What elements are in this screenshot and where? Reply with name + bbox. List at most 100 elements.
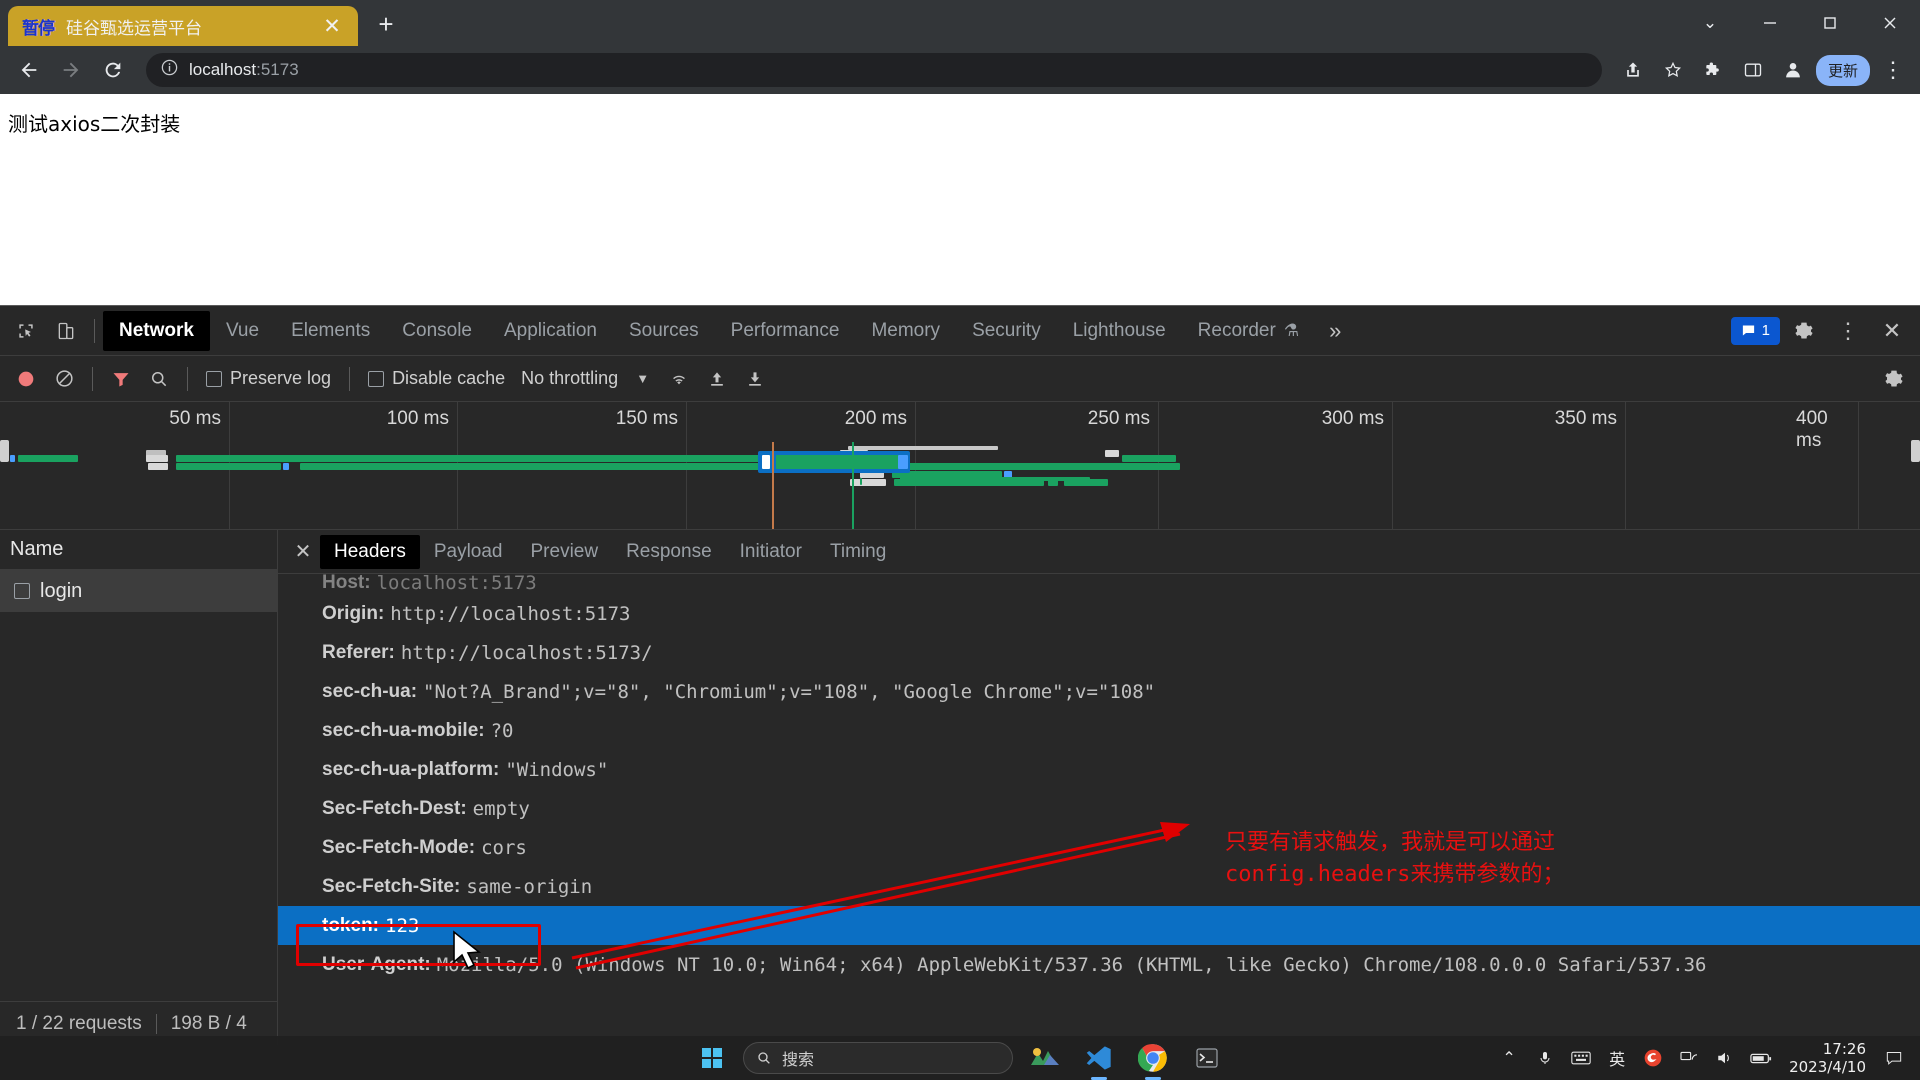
update-button[interactable]: 更新 (1815, 54, 1870, 86)
import-har-icon[interactable] (699, 361, 735, 397)
clear-icon[interactable] (46, 361, 82, 397)
tab-search-icon[interactable]: ⌄ (1680, 0, 1740, 46)
header-row-user-agent[interactable]: User-Agent: Mozilla/5.0 (Windows NT 10.0… (278, 945, 1920, 984)
header-row-sec-fetch-site[interactable]: Sec-Fetch-Site: same-origin (278, 867, 1920, 906)
preserve-log-checkbox[interactable]: Preserve log (198, 368, 339, 389)
devtools-tab-memory[interactable]: Memory (855, 311, 956, 351)
devtools-tab-vue[interactable]: Vue (210, 311, 275, 351)
detail-tab-payload[interactable]: Payload (420, 535, 517, 569)
sogou-input-icon[interactable] (1637, 1042, 1669, 1074)
header-key: sec-ch-ua: (322, 680, 418, 702)
taskbar-app-chrome[interactable] (1131, 1040, 1175, 1080)
flask-icon: ⚗ (1283, 320, 1300, 340)
overview-scroll-right-handle[interactable] (1911, 440, 1920, 462)
keyboard-icon[interactable] (1565, 1042, 1597, 1074)
star-icon[interactable] (1656, 53, 1690, 87)
notifications-icon[interactable] (1878, 1042, 1910, 1074)
share-icon[interactable] (1616, 53, 1650, 87)
reload-icon[interactable] (94, 51, 132, 89)
inspect-element-icon[interactable] (6, 311, 46, 351)
ime-language-indicator[interactable]: 英 (1601, 1042, 1633, 1074)
taskbar-app-vscode[interactable] (1077, 1040, 1121, 1080)
minimize-button[interactable] (1740, 0, 1800, 46)
overview-scroll-left-handle[interactable] (0, 440, 9, 462)
devtools-tab-security[interactable]: Security (956, 311, 1057, 351)
header-row-sec-ch-ua-mobile[interactable]: sec-ch-ua-mobile: ?0 (278, 711, 1920, 750)
sidepanel-icon[interactable] (1736, 53, 1770, 87)
browser-menu-icon[interactable]: ⋮ (1876, 53, 1910, 87)
taskbar-clock[interactable]: 17:26 2023/4/10 (1781, 1040, 1874, 1076)
address-bar[interactable]: localhost:5173 (146, 53, 1602, 87)
maximize-button[interactable] (1800, 0, 1860, 46)
close-window-button[interactable] (1860, 0, 1920, 46)
devtools-tab-elements[interactable]: Elements (275, 311, 386, 351)
site-info-icon[interactable] (160, 58, 179, 82)
header-row-sec-fetch-mode[interactable]: Sec-Fetch-Mode: cors (278, 828, 1920, 867)
disable-cache-checkbox[interactable]: Disable cache (360, 368, 513, 389)
back-icon[interactable] (10, 51, 48, 89)
wifi-settings-icon[interactable] (661, 361, 697, 397)
detail-close-icon[interactable]: ✕ (286, 535, 320, 569)
chevron-down-icon[interactable]: ▼ (626, 371, 659, 386)
devtools-tab-recorder[interactable]: Recorder ⚗ (1182, 311, 1315, 351)
header-row-referer[interactable]: Referer: http://localhost:5173/ (278, 633, 1920, 672)
request-row-login[interactable]: login (0, 570, 277, 612)
header-row-sec-ch-ua-platform[interactable]: sec-ch-ua-platform: "Windows" (278, 750, 1920, 789)
header-row-sec-ch-ua[interactable]: sec-ch-ua: "Not?A_Brand";v="8", "Chromiu… (278, 672, 1920, 711)
taskbar-app-terminal[interactable] (1185, 1040, 1229, 1076)
tab-label: Preview (530, 540, 599, 562)
detail-tab-response[interactable]: Response (612, 535, 726, 569)
transfer-size: 198 B / 4 (170, 1012, 247, 1034)
overview-tick-label: 400 ms (1796, 408, 1828, 451)
devtools-kebab-icon[interactable]: ⋮ (1828, 311, 1868, 351)
header-row-host[interactable]: Host: localhost:5173 (278, 574, 1920, 594)
start-windows-icon[interactable] (691, 1041, 733, 1075)
devtools-tab-sources[interactable]: Sources (613, 311, 715, 351)
record-circle-icon[interactable] (8, 361, 44, 397)
devtools-tab-console[interactable]: Console (386, 311, 488, 351)
devtools-tab-network[interactable]: Network (103, 310, 210, 351)
more-tabs-icon[interactable]: » (1315, 318, 1355, 344)
devtools-tab-application[interactable]: Application (488, 311, 613, 351)
network-overview[interactable]: 50 ms 100 ms 150 ms 200 ms 250 ms 300 ms… (0, 402, 1920, 530)
headers-list[interactable]: Host: localhost:5173 Origin: http://loca… (278, 574, 1920, 1045)
puzzle-icon[interactable] (1696, 53, 1730, 87)
network-settings-gear-icon[interactable] (1876, 361, 1912, 397)
throttling-select[interactable]: No throttling (515, 368, 624, 389)
new-tab-button[interactable]: + (366, 4, 406, 44)
tab-close-icon[interactable]: ✕ (318, 12, 346, 40)
detail-tab-initiator[interactable]: Initiator (726, 535, 816, 569)
battery-icon[interactable] (1745, 1042, 1777, 1074)
taskbar-search[interactable]: 搜索 (743, 1042, 1013, 1074)
profile-icon[interactable] (1776, 53, 1810, 87)
tray-chevron-up-icon[interactable]: ⌃ (1493, 1042, 1525, 1074)
device-toolbar-icon[interactable] (46, 311, 86, 351)
search-icon[interactable] (141, 361, 177, 397)
browser-tab[interactable]: 暂停 硅谷甄选运营平台 ✕ (8, 6, 358, 46)
header-key: sec-ch-ua-platform: (322, 758, 500, 780)
header-row-token[interactable]: token: 123 (278, 906, 1920, 945)
devtools-tab-performance[interactable]: Performance (715, 311, 856, 351)
console-messages-badge[interactable]: 1 (1730, 316, 1780, 345)
detail-tab-timing[interactable]: Timing (816, 535, 900, 569)
filter-funnel-icon[interactable] (103, 361, 139, 397)
browser-window: 暂停 硅谷甄选运营平台 ✕ + ⌄ localhost:5173 更新 ⋮ 测试… (0, 0, 1920, 1080)
network-body: Name login 1 / 22 requests 198 B / 4 ✕ H… (0, 530, 1920, 1045)
request-list-column-header[interactable]: Name (0, 530, 277, 570)
checkbox-box (368, 370, 385, 387)
header-row-origin[interactable]: Origin: http://localhost:5173 (278, 594, 1920, 633)
header-row-sec-fetch-dest[interactable]: Sec-Fetch-Dest: empty (278, 789, 1920, 828)
taskbar-app-weather[interactable] (1023, 1040, 1067, 1076)
forward-icon[interactable] (52, 51, 90, 89)
detail-tab-headers[interactable]: Headers (320, 534, 420, 569)
network-icon[interactable] (1673, 1042, 1705, 1074)
export-har-icon[interactable] (737, 361, 773, 397)
detail-tab-preview[interactable]: Preview (517, 535, 613, 569)
system-tray: ⌃ 英 17:26 2023/4/10 (1493, 1036, 1920, 1080)
gear-icon[interactable] (1784, 311, 1824, 351)
devtools-tab-lighthouse[interactable]: Lighthouse (1057, 311, 1182, 351)
search-icon (758, 1052, 770, 1064)
volume-icon[interactable] (1709, 1042, 1741, 1074)
microphone-icon[interactable] (1529, 1042, 1561, 1074)
devtools-close-icon[interactable]: ✕ (1872, 311, 1912, 351)
